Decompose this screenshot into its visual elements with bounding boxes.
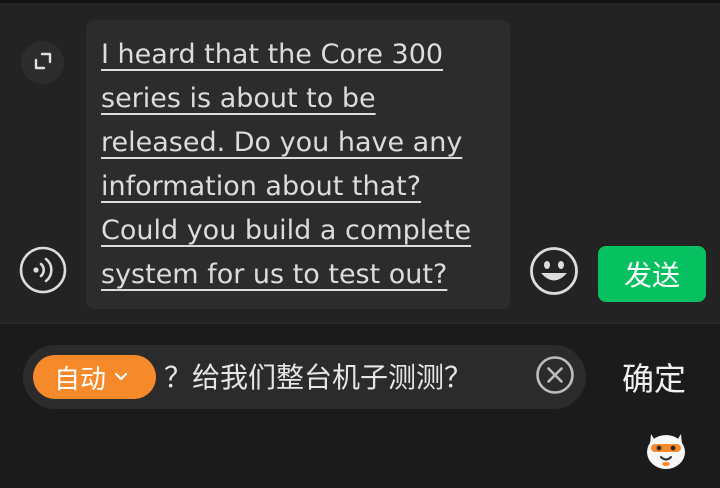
confirm-button[interactable]: 确定: [612, 355, 696, 399]
emoji-button[interactable]: [529, 246, 579, 300]
language-mode-label: 自动: [54, 364, 107, 395]
send-button[interactable]: 发送: [598, 246, 706, 302]
message-input-text[interactable]: I heard that the Core 300 series is abou…: [101, 33, 501, 297]
translation-result-text: ？给我们整台机子测测？: [164, 361, 473, 394]
chevron-down-icon: [114, 372, 128, 382]
emoji-icon: [529, 246, 579, 300]
expand-icon: [32, 50, 54, 76]
language-mode-dropdown[interactable]: 自动: [33, 355, 156, 399]
expand-button[interactable]: [21, 41, 64, 84]
voice-icon: [19, 246, 67, 298]
voice-button[interactable]: [19, 246, 67, 298]
assistant-mascot[interactable]: [642, 424, 690, 472]
clear-translation-button[interactable]: [533, 355, 577, 399]
clear-icon: [535, 355, 575, 399]
mascot-icon: [642, 434, 690, 476]
